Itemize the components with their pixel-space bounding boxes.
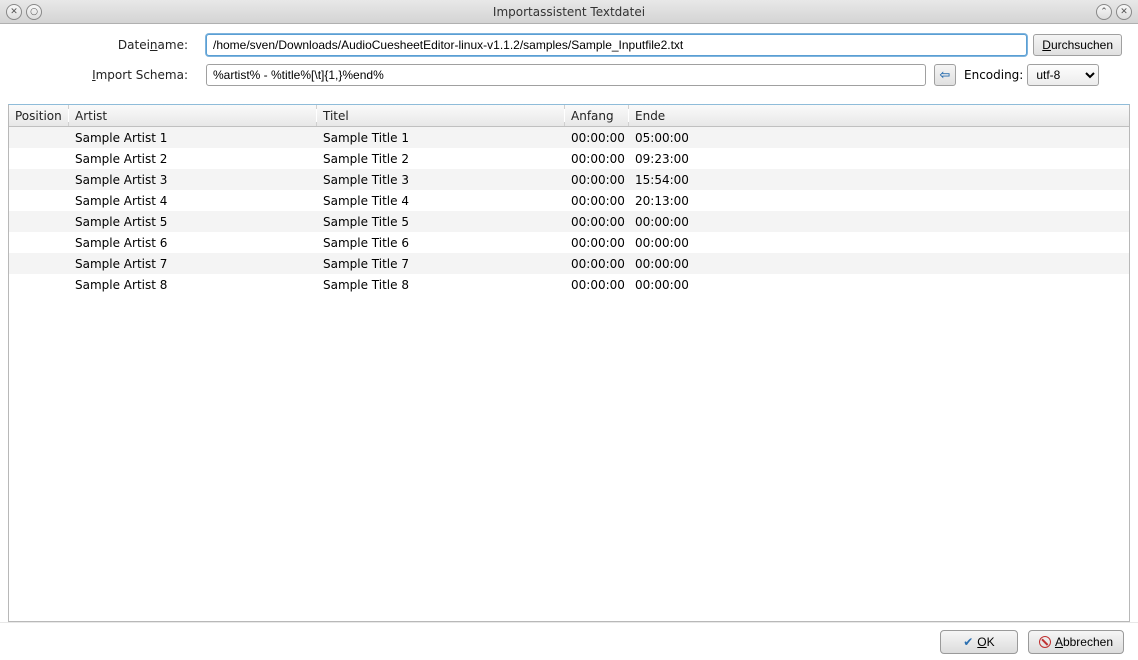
check-icon: ✔ (963, 635, 973, 649)
ok-button[interactable]: ✔ OK (940, 630, 1018, 654)
browse-button[interactable]: Durchsuchen (1033, 34, 1122, 56)
cell-title: Sample Title 8 (317, 278, 565, 292)
window-rollup-icon[interactable]: ⌃ (1096, 4, 1112, 20)
filename-label: Dateiname: (16, 38, 206, 52)
schema-row: Import Schema: ⇦ Encoding: utf-8 (16, 64, 1122, 86)
cell-title: Sample Title 7 (317, 257, 565, 271)
cell-anfang: 00:00:00 (565, 152, 629, 166)
filename-row: Dateiname: Durchsuchen (16, 34, 1122, 56)
table-row[interactable]: Sample Artist 6Sample Title 600:00:0000:… (9, 232, 1129, 253)
cell-title: Sample Title 5 (317, 215, 565, 229)
cell-artist: Sample Artist 2 (69, 152, 317, 166)
cell-ende: 05:00:00 (629, 131, 1129, 145)
table-row[interactable]: Sample Artist 5Sample Title 500:00:0000:… (9, 211, 1129, 232)
cell-anfang: 00:00:00 (565, 215, 629, 229)
cell-ende: 00:00:00 (629, 257, 1129, 271)
col-header-anfang[interactable]: Anfang (565, 105, 629, 126)
cell-artist: Sample Artist 6 (69, 236, 317, 250)
cell-title: Sample Title 2 (317, 152, 565, 166)
cell-ende: 09:23:00 (629, 152, 1129, 166)
window-titlebar: ✕ ○ Importassistent Textdatei ⌃ ✕ (0, 0, 1138, 24)
window-title: Importassistent Textdatei (493, 5, 645, 19)
window-pin-icon[interactable]: ○ (26, 4, 42, 20)
cell-artist: Sample Artist 3 (69, 173, 317, 187)
table-row[interactable]: Sample Artist 7Sample Title 700:00:0000:… (9, 253, 1129, 274)
cell-artist: Sample Artist 1 (69, 131, 317, 145)
cell-ende: 00:00:00 (629, 278, 1129, 292)
cancel-icon (1039, 636, 1051, 648)
cell-title: Sample Title 1 (317, 131, 565, 145)
form-area: Dateiname: Durchsuchen Import Schema: ⇦ … (0, 24, 1138, 100)
col-header-ende[interactable]: Ende (629, 105, 1129, 126)
table-header: Position Artist Titel Anfang Ende (9, 105, 1129, 127)
schema-label: Import Schema: (16, 68, 206, 82)
cell-artist: Sample Artist 5 (69, 215, 317, 229)
cell-ende: 20:13:00 (629, 194, 1129, 208)
button-bar: ✔ OK Abbrechen (0, 622, 1138, 660)
cell-anfang: 00:00:00 (565, 194, 629, 208)
cell-anfang: 00:00:00 (565, 236, 629, 250)
col-header-position[interactable]: Position (9, 105, 69, 126)
window-menu-icon[interactable]: ✕ (6, 4, 22, 20)
preview-table: Position Artist Titel Anfang Ende Sample… (8, 104, 1130, 622)
window-close-icon[interactable]: ✕ (1116, 4, 1132, 20)
cell-artist: Sample Artist 4 (69, 194, 317, 208)
back-button[interactable]: ⇦ (934, 64, 956, 86)
cell-title: Sample Title 6 (317, 236, 565, 250)
cell-artist: Sample Artist 7 (69, 257, 317, 271)
table-row[interactable]: Sample Artist 1Sample Title 100:00:0005:… (9, 127, 1129, 148)
cell-anfang: 00:00:00 (565, 257, 629, 271)
table-row[interactable]: Sample Artist 8Sample Title 800:00:0000:… (9, 274, 1129, 295)
table-row[interactable]: Sample Artist 2Sample Title 200:00:0009:… (9, 148, 1129, 169)
cell-artist: Sample Artist 8 (69, 278, 317, 292)
cell-anfang: 00:00:00 (565, 278, 629, 292)
arrow-left-icon: ⇦ (940, 68, 951, 83)
table-row[interactable]: Sample Artist 4Sample Title 400:00:0020:… (9, 190, 1129, 211)
cell-anfang: 00:00:00 (565, 131, 629, 145)
encoding-select[interactable]: utf-8 (1027, 64, 1099, 86)
table-body[interactable]: Sample Artist 1Sample Title 100:00:0005:… (9, 127, 1129, 621)
cell-ende: 00:00:00 (629, 236, 1129, 250)
cell-ende: 00:00:00 (629, 215, 1129, 229)
cell-ende: 15:54:00 (629, 173, 1129, 187)
cell-title: Sample Title 4 (317, 194, 565, 208)
cell-title: Sample Title 3 (317, 173, 565, 187)
col-header-title[interactable]: Titel (317, 105, 565, 126)
schema-input[interactable] (206, 64, 926, 86)
cell-anfang: 00:00:00 (565, 173, 629, 187)
cancel-button[interactable]: Abbrechen (1028, 630, 1124, 654)
table-row[interactable]: Sample Artist 3Sample Title 300:00:0015:… (9, 169, 1129, 190)
encoding-label: Encoding: (964, 68, 1023, 82)
col-header-artist[interactable]: Artist (69, 105, 317, 126)
filename-input[interactable] (206, 34, 1027, 56)
